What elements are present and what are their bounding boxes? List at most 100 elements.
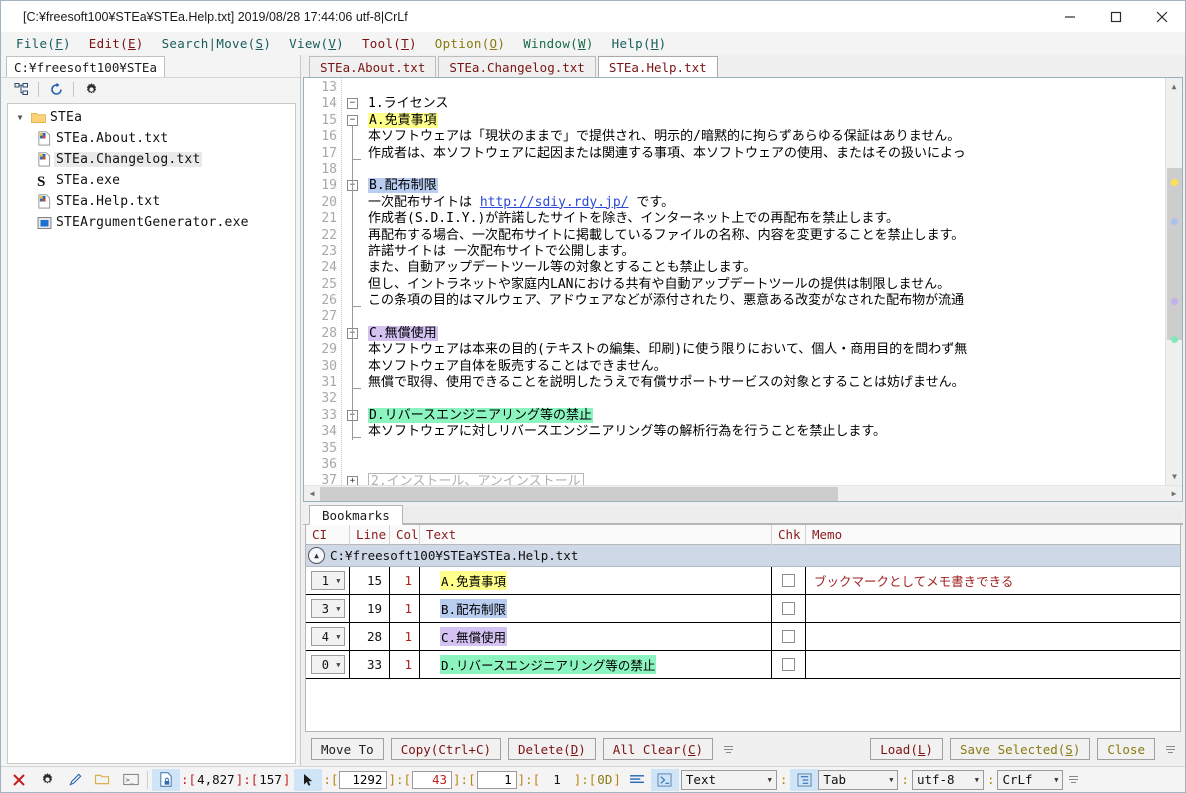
fold-collapse-icon[interactable]: − [347,98,358,110]
bookmark-ci-cell[interactable]: 0 ▼ [306,651,350,678]
code-line[interactable] [364,391,1165,407]
tree-item-0[interactable]: STEa.About.txt [8,128,295,149]
code-line[interactable]: 本ソフトウェアは本来の目的(テキストの編集、印刷)に使う限りにおいて、個人・商用… [364,342,1165,358]
editor-text-content[interactable]: 1.ライセンス A.免責事項 本ソフトウェアは「現状のままで」で提供され、明示的… [364,78,1165,485]
close-button[interactable]: Close [1097,738,1155,760]
tree-item-3[interactable]: STEa.Help.txt [8,191,295,212]
chevron-down-icon[interactable]: ▼ [336,633,340,641]
code-line[interactable]: この条項の目的はマルウェア、アドウェアなどが添付されたり、悪意ある改変がなされた… [364,293,1165,309]
code-line[interactable] [364,162,1165,178]
mode-select[interactable]: Text ▼ [680,769,777,790]
settings-gear-icon[interactable] [33,769,61,791]
bookmark-checkbox[interactable] [782,658,795,671]
hscroll-track[interactable] [320,486,1166,502]
folder-open-icon[interactable] [89,769,117,791]
bookmark-ci-cell[interactable]: 1 ▼ [306,567,350,594]
eol-select[interactable]: CrLf ▼ [997,769,1064,790]
tab-select[interactable]: Tab ▼ [818,769,899,790]
chevron-down-icon[interactable]: ▼ [889,776,893,784]
code-line[interactable]: 本ソフトウェアに対しリバースエンジニアリング等の解析行為を行うことを禁止します。 [364,424,1165,440]
file-tree[interactable]: ▼ STEa STEa.About.txt STEa.Changelog.txt S… [7,103,296,764]
maximize-icon[interactable] [1093,1,1139,32]
ci-select[interactable]: 0 ▼ [310,655,345,674]
bookmark-row[interactable]: 4 ▼ 28 1 C.無償使用 [306,623,1180,651]
tree-view-icon[interactable] [9,80,33,100]
menu-item-edite[interactable]: Edit(E) [80,34,153,53]
editor-tab-1[interactable]: STEa.Changelog.txt [438,56,596,77]
bookmark-memo-cell[interactable]: ブックマークとしてメモ書きできる [806,567,1180,594]
scroll-down-arrow-icon[interactable]: ▼ [1166,468,1182,485]
code-line[interactable] [364,309,1165,325]
menu-item-viewv[interactable]: View(V) [280,34,353,53]
code-line[interactable]: 本ソフトウェア自体を販売することはできません。 [364,359,1165,375]
chevron-down-icon[interactable]: ▼ [975,776,979,784]
editor-tab-2[interactable]: STEa.Help.txt [597,56,718,77]
document-lock-icon[interactable] [152,768,180,791]
bookmark-check-cell[interactable] [772,623,806,650]
ci-select[interactable]: 1 ▼ [310,571,345,590]
bookmark-marker-0[interactable] [1171,179,1178,186]
editor-vertical-scrollbar[interactable]: ▲ ▼ [1165,78,1182,485]
resize-grip-left-icon[interactable] [724,745,734,753]
bookmarks-group-row[interactable]: ▲ C:¥freesoft100¥STEa¥STEa.Help.txt [306,545,1180,567]
editor-tab-0[interactable]: STEa.About.txt [309,56,437,77]
menu-item-optiono[interactable]: Option(O) [426,34,514,53]
settings-gear-icon[interactable] [79,80,103,100]
encoding-select[interactable]: utf-8 ▼ [911,769,984,790]
caret-pos-box[interactable]: 1292 [339,770,388,789]
bookmark-row[interactable]: 1 ▼ 15 1 A.免責事項 ブックマークとしてメモ書きできる [306,567,1180,595]
chevron-down-icon[interactable]: ▼ [12,113,28,122]
caret-col-box[interactable]: 1 [476,770,517,789]
chevron-down-icon[interactable]: ▼ [336,661,340,669]
fold-collapse-icon[interactable]: − [347,114,358,126]
copyctrlc-button[interactable]: Copy(Ctrl+C) [390,738,501,760]
vscroll-thumb[interactable] [1167,168,1182,340]
code-line[interactable]: 2.インストール、アンインストール [364,473,1165,485]
bookmark-marker-3[interactable] [1171,336,1178,343]
deleted-button[interactable]: Delete(D) [508,738,596,760]
column-header-text[interactable]: Text [420,525,772,545]
bookmark-checkbox[interactable] [782,574,795,587]
code-line[interactable]: 一次配布サイトは http://sdiy.rdy.jp/ です。 [364,195,1165,211]
chevron-down-icon[interactable]: ▼ [768,776,772,784]
tree-item-1[interactable]: STEa.Changelog.txt [8,149,295,170]
pencil-edit-icon[interactable] [61,769,89,791]
column-header-memo[interactable]: Memo [806,525,1180,545]
close-x-icon[interactable] [5,769,33,791]
menu-item-toolt[interactable]: Tool(T) [353,34,426,53]
fold-expand-icon[interactable]: + [347,475,358,485]
explorer-path-tab[interactable]: C:¥freesoft100¥STEa [6,56,165,77]
scroll-right-arrow-icon[interactable]: ▶ [1166,489,1182,498]
menu-item-filef[interactable]: File(F) [7,34,80,53]
loadl-button[interactable]: Load(L) [870,738,943,760]
code-line[interactable]: 本ソフトウェアは「現状のままで」で提供され、明示的/暗黙的に拘らずあらゆる保証は… [364,129,1165,145]
bookmark-ci-cell[interactable]: 4 ▼ [306,623,350,650]
column-header-line[interactable]: Line [350,525,390,545]
bookmark-ci-cell[interactable]: 3 ▼ [306,595,350,622]
hscroll-thumb[interactable] [320,486,838,501]
code-line[interactable]: A.免責事項 [364,112,1165,129]
indent-icon[interactable] [650,768,679,791]
code-line[interactable] [364,80,1165,96]
chevron-down-icon[interactable]: ▼ [336,577,340,585]
minimize-icon[interactable] [1047,1,1093,32]
code-line[interactable]: 1.ライセンス [364,96,1165,112]
code-line[interactable]: 許諾サイトは 一次配布サイトで公開します。 [364,244,1165,260]
column-header-ci[interactable]: CI [306,525,350,545]
bookmark-memo-cell[interactable] [806,623,1180,650]
moveto-button[interactable]: Move To [311,738,384,760]
code-line[interactable]: 再配布する場合、一次配布サイトに掲載しているファイルの名称、内容を変更することを… [364,228,1165,244]
ci-select[interactable]: 4 ▼ [310,627,345,646]
wordwrap-icon[interactable] [623,769,651,791]
code-folding-column[interactable]: −−−−−+ [342,78,364,485]
allclearc-button[interactable]: All Clear(C) [602,738,714,760]
scroll-left-arrow-icon[interactable]: ◀ [304,489,320,498]
column-header-chk[interactable]: Chk [772,525,806,545]
code-line[interactable]: C.無償使用 [364,325,1165,342]
code-line[interactable]: 無償で取得、使用できることを説明したうえで有償サポートサービスの対象とすることは… [364,375,1165,391]
bookmark-check-cell[interactable] [772,567,806,594]
bookmark-row[interactable]: 0 ▼ 33 1 D.リバースエンジニアリング等の禁止 [306,651,1180,679]
tab-settings-icon[interactable] [790,768,819,791]
bookmark-checkbox[interactable] [782,602,795,615]
code-line[interactable]: 作成者は、本ソフトウェアに起因または関連する事項、本ソフトウェアの使用、またはそ… [364,146,1165,162]
